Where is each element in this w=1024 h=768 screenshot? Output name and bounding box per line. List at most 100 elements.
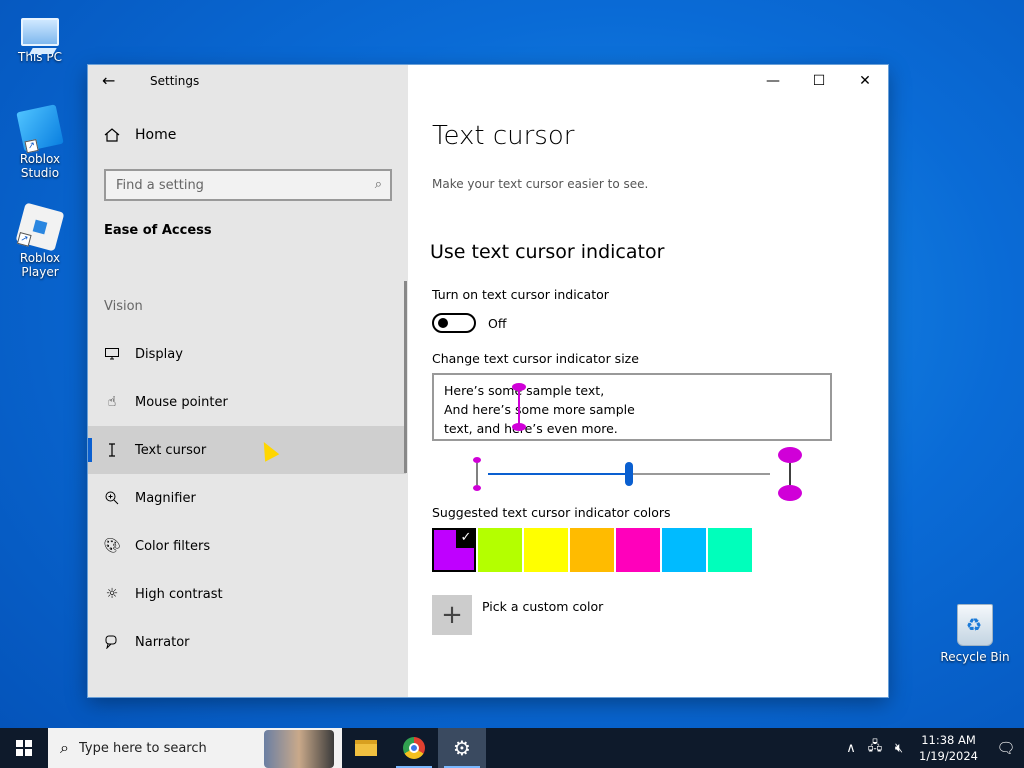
clock[interactable]: 11:38 AM 1/19/2024 (919, 732, 978, 764)
sidebar-item-label: Display (135, 346, 183, 362)
settings-search-box[interactable]: ⌕ (104, 169, 392, 201)
sidebar-item-color-filters[interactable]: 🎨︎ Color filters (88, 522, 406, 570)
taskbar: ⌕ ⚙ ∧ 🖧︎ 🔇︎ 11:38 AM 1/19/2024 🗨︎ (0, 728, 1024, 768)
color-swatch[interactable] (708, 528, 752, 572)
size-label: Change text cursor indicator size (432, 351, 639, 366)
sun-icon: ☼ (105, 586, 119, 602)
colors-label: Suggested text cursor indicator colors (432, 505, 671, 520)
home-icon (104, 128, 120, 142)
magnifier-icon (104, 490, 120, 506)
cursor-indicator-toggle[interactable] (432, 313, 476, 333)
taskbar-chrome[interactable] (390, 728, 438, 768)
section-title: Ease of Access (104, 223, 212, 238)
computer-icon (21, 18, 59, 46)
color-swatch[interactable] (662, 528, 706, 572)
color-swatch[interactable] (524, 528, 568, 572)
sidebar-item-label: Narrator (135, 634, 190, 650)
sidebar-item-label: Color filters (135, 538, 211, 554)
maximize-icon: ☐ (812, 73, 826, 89)
chevron-up-icon[interactable]: ∧ (839, 741, 863, 756)
main-content: — ☐ ✕ Text cursor Make your text cursor … (408, 65, 888, 697)
minimize-icon: — (766, 73, 780, 89)
start-button[interactable] (0, 728, 48, 768)
sidebar-item-display[interactable]: Display (88, 330, 406, 378)
nav-home[interactable]: Home (104, 127, 176, 143)
network-icon[interactable]: 🖧︎ (863, 737, 887, 759)
sidebar-item-label: High contrast (135, 586, 223, 602)
search-highlight-image (264, 730, 334, 768)
cursor-preview-box: Here’s some sample text, And here’s some… (432, 373, 832, 441)
settings-search-input[interactable] (106, 171, 356, 199)
page-description: Make your text cursor easier to see. (432, 177, 649, 191)
sidebar-item-label: Magnifier (135, 490, 196, 506)
desktop-icon-roblox-studio[interactable]: ↗ Roblox Studio (0, 104, 80, 180)
settings-window: ← Settings Home ⌕ Ease of Access Vision … (88, 65, 888, 697)
window-controls: — ☐ ✕ (750, 65, 888, 97)
preview-line: Here’s some sample text, (444, 383, 605, 398)
desktop-icon-recycle-bin[interactable]: Recycle Bin (935, 604, 1015, 664)
slider-fill (488, 473, 629, 475)
color-swatch[interactable] (570, 528, 614, 572)
recycle-bin-icon (957, 604, 993, 646)
color-swatch[interactable] (616, 528, 660, 572)
folder-icon (355, 740, 377, 756)
volume-muted-icon[interactable]: 🔇︎ (887, 741, 911, 756)
checkmark-icon: ✓ (456, 528, 476, 548)
color-swatch[interactable]: ✓ (432, 528, 476, 572)
sidebar-item-label: Mouse pointer (135, 394, 228, 410)
taskbar-file-explorer[interactable] (342, 728, 390, 768)
gear-icon: ⚙ (453, 736, 471, 760)
group-label-vision: Vision (104, 299, 143, 314)
close-icon: ✕ (859, 73, 871, 89)
custom-color-label: Pick a custom color (482, 598, 604, 614)
sidebar-item-narrator[interactable]: Narrator (88, 618, 406, 666)
pick-custom-color-button[interactable]: + Pick a custom color (432, 595, 603, 635)
sidebar-item-label: Text cursor (135, 442, 207, 458)
monitor-icon (104, 346, 120, 362)
sidebar: ← Settings Home ⌕ Ease of Access Vision … (88, 65, 408, 697)
sidebar-item-text-cursor[interactable]: Text cursor (88, 426, 406, 474)
maximize-button[interactable]: ☐ (796, 65, 842, 97)
nav-list: Display ☝ Mouse pointer Text cursor Magn… (88, 330, 406, 666)
clock-time: 11:38 AM (921, 733, 976, 747)
toggle-label: Turn on text cursor indicator (432, 287, 609, 302)
notification-icon: 🗨︎ (996, 739, 1016, 757)
search-icon: ⌕ (374, 177, 382, 192)
palette-icon: 🎨︎ (103, 538, 121, 554)
desktop-icon-label: Roblox Studio (19, 152, 61, 180)
desktop-icon-label: Roblox Player (19, 251, 61, 279)
nav-home-label: Home (135, 127, 177, 143)
minimize-button[interactable]: — (750, 65, 796, 97)
preview-line: text, and here’s even more. (444, 421, 618, 436)
search-icon: ⌕ (60, 738, 69, 757)
title-bar: ← Settings (88, 65, 408, 97)
sidebar-scrollbar[interactable] (404, 281, 407, 473)
slider-thumb[interactable] (625, 462, 633, 486)
system-tray: ∧ 🖧︎ 🔇︎ 11:38 AM 1/19/2024 🗨︎ (839, 728, 1024, 768)
roblox-studio-icon: ↗ (16, 104, 64, 154)
sidebar-item-mouse-pointer[interactable]: ☝ Mouse pointer (88, 378, 406, 426)
taskbar-search-box[interactable]: ⌕ (48, 728, 342, 768)
taskbar-settings[interactable]: ⚙ (438, 728, 486, 768)
preview-line: And here’s some more sample (444, 402, 635, 417)
sidebar-item-magnifier[interactable]: Magnifier (88, 474, 406, 522)
size-slider[interactable] (488, 462, 770, 486)
text-cursor-icon (104, 442, 120, 458)
notification-center-button[interactable]: 🗨︎ (988, 728, 1024, 768)
back-arrow-icon[interactable]: ← (102, 71, 115, 90)
section-heading: Use text cursor indicator (430, 241, 665, 263)
narrator-icon (104, 634, 120, 650)
page-title: Text cursor (432, 121, 575, 151)
color-swatches: ✓ (432, 528, 754, 572)
windows-logo-icon (16, 740, 32, 756)
color-swatch[interactable] (478, 528, 522, 572)
taskbar-search-input[interactable] (78, 740, 249, 756)
desktop-icon-this-pc[interactable]: This PC (0, 10, 80, 64)
toggle-state-text: Off (488, 316, 507, 331)
shortcut-arrow-icon: ↗ (24, 139, 39, 154)
sidebar-item-high-contrast[interactable]: ☼ High contrast (88, 570, 406, 618)
shortcut-arrow-icon: ↗ (16, 232, 32, 247)
plus-icon: + (432, 595, 472, 635)
close-button[interactable]: ✕ (842, 65, 888, 97)
desktop-icon-roblox-player[interactable]: ↗ Roblox Player (0, 202, 80, 279)
